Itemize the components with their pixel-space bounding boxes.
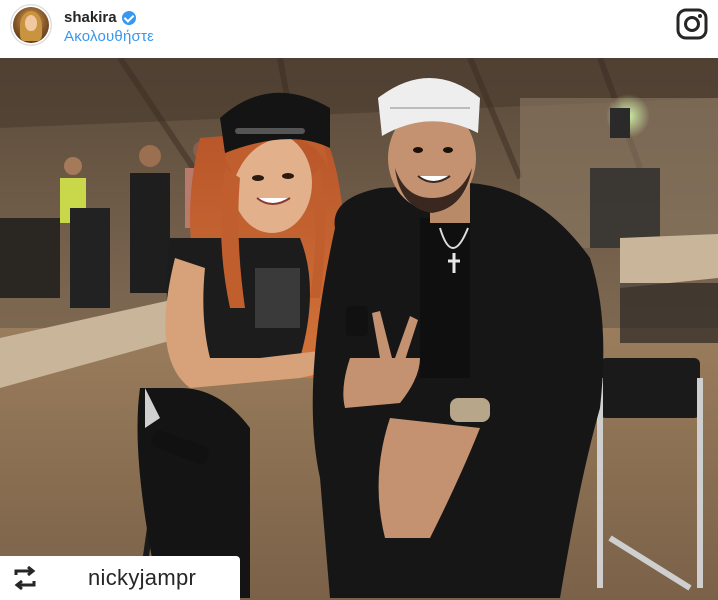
repost-username[interactable]: nickyjampr — [88, 565, 196, 591]
post-header: shakira Ακολουθήστε — [0, 0, 718, 56]
username-row: shakira — [64, 9, 136, 26]
post-photo[interactable] — [0, 58, 718, 600]
instagram-icon[interactable] — [676, 8, 708, 40]
post-photo-illustration — [0, 58, 718, 600]
verified-badge-icon — [121, 10, 136, 25]
instagram-embed: shakira Ακολουθήστε nickyjampr — [0, 0, 718, 600]
avatar-face — [25, 15, 37, 31]
profile-avatar[interactable] — [11, 5, 51, 45]
follow-link[interactable]: Ακολουθήστε — [64, 28, 154, 45]
repost-badge: nickyjampr — [0, 556, 240, 600]
username[interactable]: shakira — [64, 9, 117, 26]
repost-icon — [14, 565, 36, 591]
